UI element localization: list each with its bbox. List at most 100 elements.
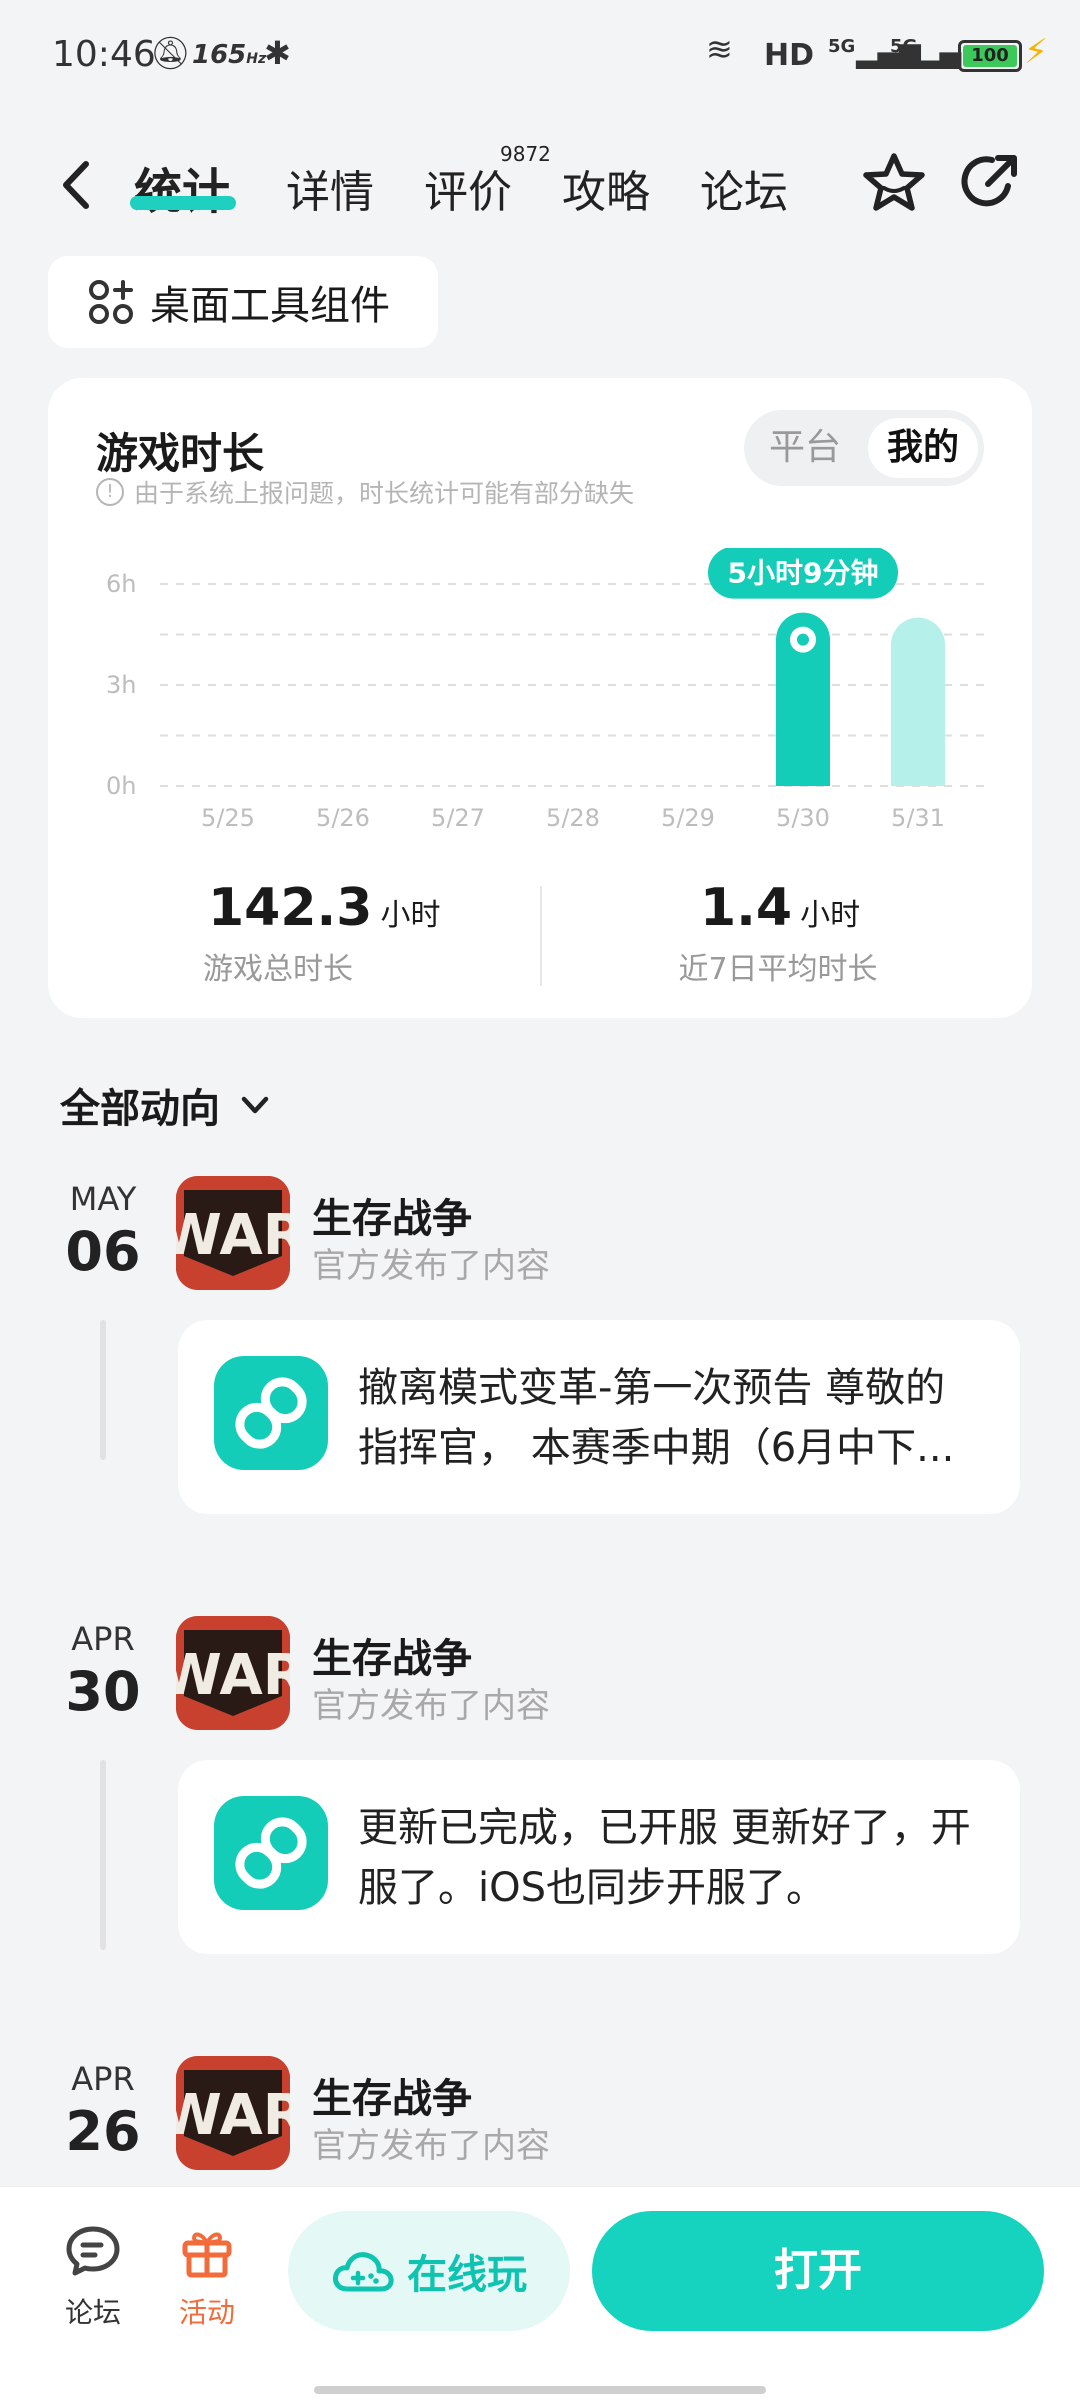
review-count-badge: 9872 <box>500 142 551 166</box>
link-icon <box>214 1356 328 1470</box>
chart-ytick-label: 6h <box>106 570 136 598</box>
chevron-down-icon <box>241 1096 269 1114</box>
playtime-title: 游戏时长 <box>96 429 265 478</box>
timeline-line <box>100 1760 106 1950</box>
avg-playtime-unit: 小时 <box>800 898 861 933</box>
chart-bar-base <box>891 759 945 786</box>
open-button[interactable]: 打开 <box>592 2211 1044 2331</box>
home-indicator <box>314 2386 766 2394</box>
activity-app-name: 生存战争 <box>312 1636 472 1682</box>
tab-stats[interactable]: 统计 <box>134 152 230 222</box>
activity-subtitle: 官方发布了内容 <box>312 1246 550 1286</box>
chart-xtick-label: 5/31 <box>891 804 945 828</box>
charging-icon: ⚡ <box>1024 32 1048 72</box>
post-text: 更新已完成，已开服 更新好了，开服了。iOS也同步开服了。 <box>358 1805 971 1911</box>
svg-text:WAR: WAR <box>176 1203 290 1268</box>
hd-indicator: HD <box>764 38 815 73</box>
signal-1-label: 5G <box>828 36 856 57</box>
svg-text:WAR: WAR <box>176 2083 290 2148</box>
total-playtime-label: 游戏总时长 <box>203 952 353 987</box>
avg-playtime-value: 1.4 <box>700 878 793 938</box>
playtime-note-text: 由于系统上报问题，时长统计可能有部分缺失 <box>134 479 635 508</box>
chart-ytick-label: 3h <box>106 671 136 699</box>
toggle-mine[interactable]: 我的 <box>868 418 978 478</box>
toggle-platform[interactable]: 平台 <box>750 418 860 478</box>
app-icon-war[interactable]: WAR <box>176 1176 290 1290</box>
activity-filter-label: 全部动向 <box>60 1086 220 1132</box>
battery-icon: 100 <box>958 40 1022 72</box>
gift-icon <box>182 2232 232 2278</box>
wifi-icon: ≋ <box>706 30 733 68</box>
tab-forum[interactable]: 论坛 <box>700 156 788 220</box>
post-text: 撤离模式变革-第一次预告 尊敬的指挥官， 本赛季中期（6月中下... <box>358 1365 955 1471</box>
chart-xtick-label: 5/26 <box>316 804 370 828</box>
cloud-gamepad-icon <box>333 2252 394 2292</box>
forum-chat-icon <box>66 2226 120 2276</box>
post-card[interactable]: 更新已完成，已开服 更新好了，开服了。iOS也同步开服了。 <box>178 1760 1020 1954</box>
avg-playtime-label: 近7日平均时长 <box>678 952 878 987</box>
activity-month: APR <box>71 2060 135 2098</box>
playtime-card: 游戏时长 ! 由于系统上报问题，时长统计可能有部分缺失 平台 我的 6h 3h 0h… <box>48 378 1032 1018</box>
chart-xtick-label: 5/25 <box>201 804 255 828</box>
desktop-widget-button[interactable]: 桌面工具组件 <box>48 256 438 348</box>
total-playtime-unit: 小时 <box>380 898 441 933</box>
tab-guides[interactable]: 攻略 <box>562 156 650 220</box>
app-icon-war[interactable]: WAR <box>176 2056 290 2170</box>
refresh-rate: 165Hz <box>192 40 267 70</box>
chart-xtick-label: 5/30 <box>776 804 830 828</box>
activity-day: 30 <box>65 1660 141 1723</box>
activity-subtitle: 官方发布了内容 <box>312 1686 550 1726</box>
activity-day: 26 <box>65 2100 141 2163</box>
war-logo-icon: WAR <box>176 1616 290 1730</box>
activity-month: MAY <box>69 1180 137 1218</box>
avg-playtime: 1.4 小时 <box>700 878 860 938</box>
widget-grid-icon <box>89 280 133 324</box>
activity-button[interactable]: 活动 <box>162 2221 252 2331</box>
activity-filter[interactable]: 全部动向 <box>60 1076 272 1134</box>
svg-text:WAR: WAR <box>176 1643 290 1708</box>
war-logo-icon: WAR <box>176 2056 290 2170</box>
war-logo-icon: WAR <box>176 1176 290 1290</box>
activity-day: 06 <box>65 1220 141 1283</box>
total-playtime-value: 142.3 <box>208 878 373 938</box>
total-playtime: 142.3 小时 <box>208 878 440 938</box>
chart-selected-dot <box>797 633 809 646</box>
tab-reviews[interactable]: 评价 <box>424 156 512 220</box>
status-time: 10:46 <box>52 34 156 75</box>
playtime-bar-chart: 6h 3h 0h 5/25 5/26 5/27 5/28 5/29 5/30 5小时9分钟 5/31 <box>106 548 988 828</box>
tab-underline <box>130 196 236 210</box>
chart-tooltip-text: 5小时9分钟 <box>728 557 879 590</box>
chart-xtick-label: 5/29 <box>661 804 715 828</box>
chart-ytick-label: 0h <box>106 772 136 800</box>
dnd-icon: 🔕︎ <box>150 34 191 72</box>
status-bar: 10:46 🔕︎ 165Hz ✱ ≋ HD 5G ▂▄▆ 5G ▂▄ 100 ⚡ <box>0 0 1080 110</box>
tab-details[interactable]: 详情 <box>286 156 374 220</box>
timeline-line <box>100 1320 106 1460</box>
signal-2-label: 5G <box>890 36 918 57</box>
forum-button[interactable]: 论坛 <box>48 2221 138 2331</box>
stats-divider <box>540 886 542 986</box>
chart-xtick-label: 5/27 <box>431 804 485 828</box>
post-card[interactable]: 撤离模式变革-第一次预告 尊敬的指挥官， 本赛季中期（6月中下... <box>178 1320 1020 1514</box>
online-play-button[interactable]: 在线玩 <box>288 2211 570 2331</box>
bottom-action-bar: 论坛 活动 在线玩 打开 <box>0 2186 1080 2400</box>
activity-app-name: 生存战争 <box>312 1196 472 1242</box>
fan-icon: ✱ <box>264 34 291 72</box>
chart-bar-base <box>776 759 830 786</box>
chart-xtick-label: 5/28 <box>546 804 600 828</box>
favorite-star-icon[interactable] <box>860 150 928 214</box>
activity-label: 活动 <box>178 2296 235 2329</box>
online-play-label: 在线玩 <box>407 2252 527 2298</box>
activity-app-name: 生存战争 <box>312 2076 472 2122</box>
platform-toggle: 平台 我的 <box>744 410 984 486</box>
app-icon-war[interactable]: WAR <box>176 1616 290 1730</box>
info-icon: ! <box>96 478 124 506</box>
activity-month: APR <box>71 1620 135 1658</box>
activity-subtitle: 官方发布了内容 <box>312 2126 550 2166</box>
forum-label: 论坛 <box>64 2296 121 2329</box>
battery-level: 100 <box>963 45 1017 67</box>
back-arrow-icon[interactable] <box>56 158 96 212</box>
share-icon[interactable] <box>958 150 1022 214</box>
signal-2-icon: ▂▄ <box>918 36 962 69</box>
playtime-note: ! 由于系统上报问题，时长统计可能有部分缺失 <box>96 474 634 510</box>
